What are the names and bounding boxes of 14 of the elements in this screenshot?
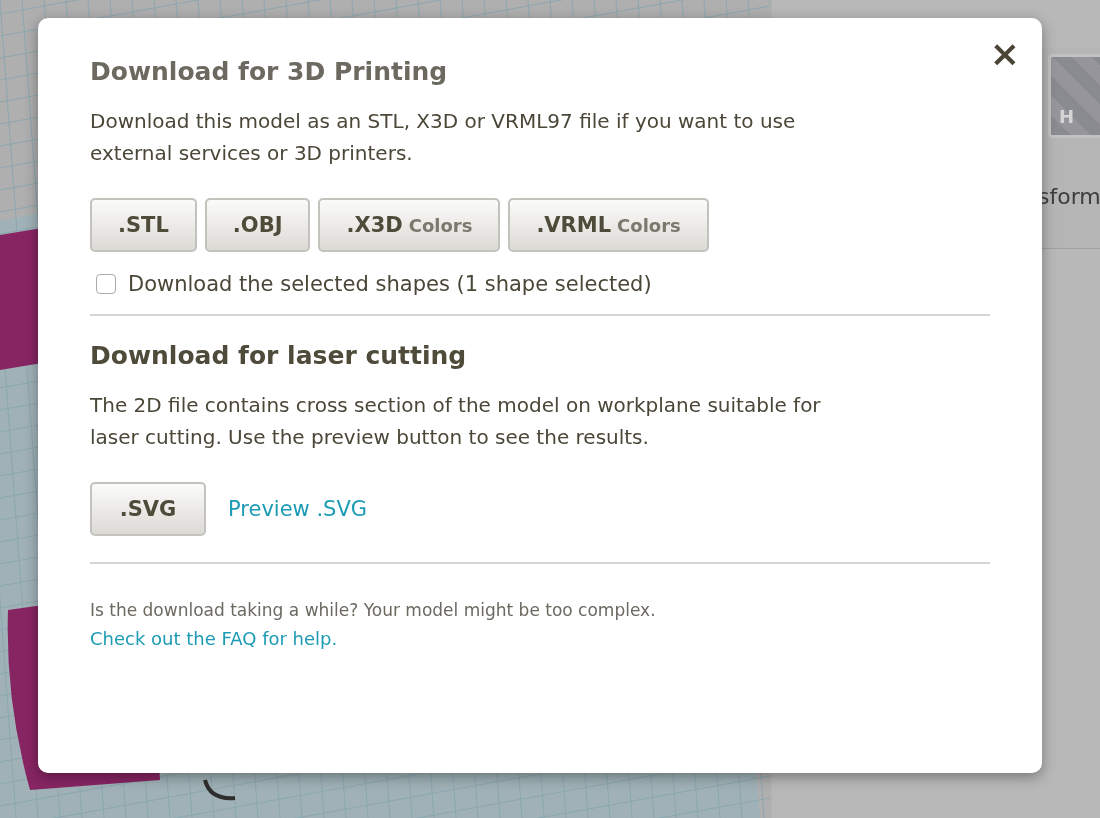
format-button[interactable]: .STL (90, 198, 197, 252)
section-description: The 2D file contains cross section of the model on workplane suitable for laser cutting. Use the preview button to see the results. (90, 392, 822, 451)
section-title: Download for laser cutting (90, 340, 467, 372)
checkbox[interactable] (96, 274, 116, 294)
section-title: Download for 3D Printing (90, 56, 448, 88)
format-button[interactable]: .OBJ (204, 198, 311, 252)
close-button[interactable]: × (989, 36, 1020, 72)
format-button[interactable]: .X3D Colors (318, 198, 501, 252)
swatch-label: H (1059, 106, 1075, 127)
checkbox-label[interactable]: Download the selected shapes (1 shape selected) (128, 272, 652, 296)
section-description: Download this model as an STL, X3D or VRML97 file if you want to use external services or 3D printers. (90, 108, 797, 167)
format-button[interactable]: .SVG (90, 482, 206, 536)
help-note: Is the download taking a while? Your model might be too complex. (90, 600, 656, 620)
format-button[interactable]: .VRML Colors (508, 198, 709, 252)
